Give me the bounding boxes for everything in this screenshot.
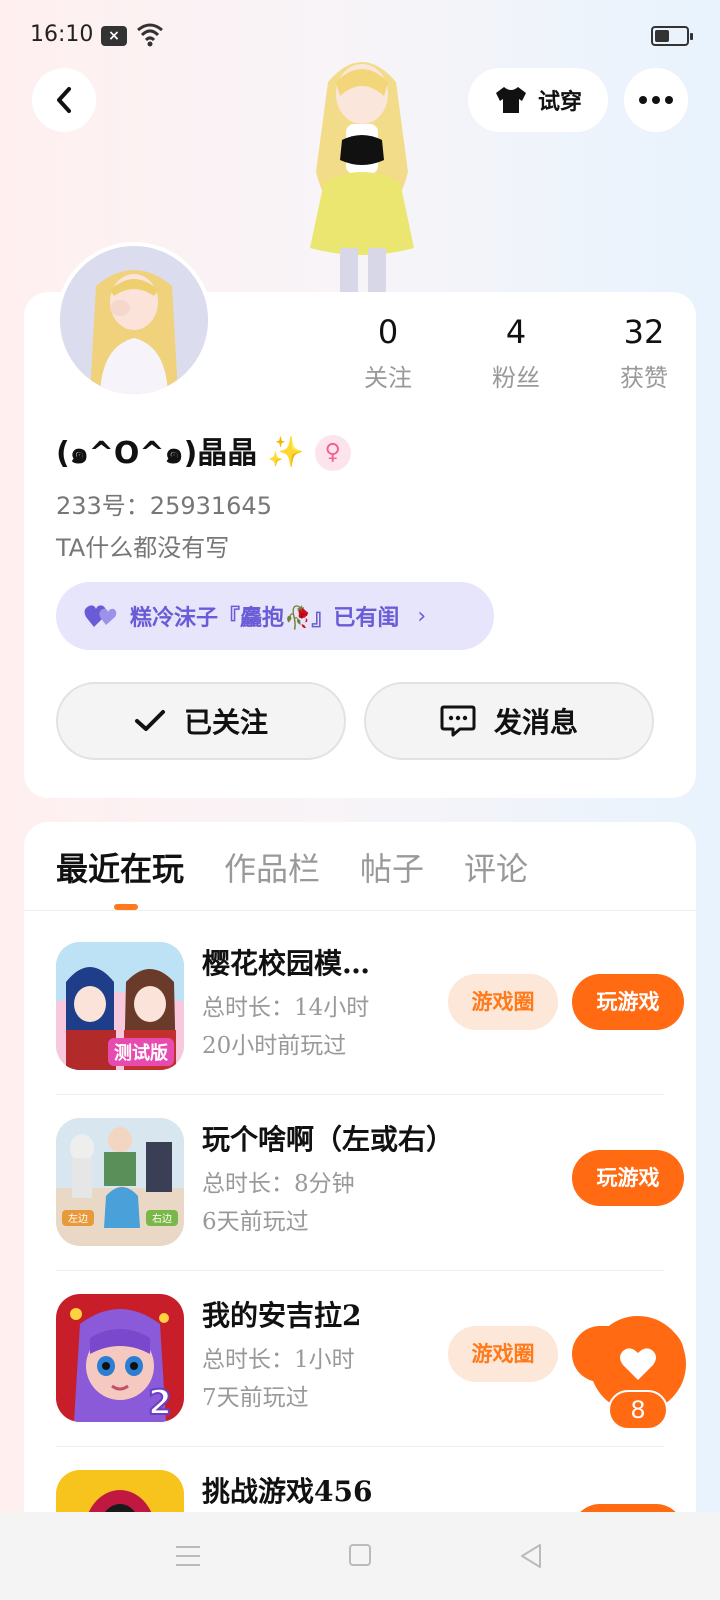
play-game-button[interactable]: 玩游戏: [572, 974, 684, 1030]
heart-icon: [620, 1348, 656, 1380]
tab-recently-played[interactable]: 最近在玩: [56, 844, 184, 890]
cp-banner-text: 糕冷沫子『麤抱🥀』已有闺: [130, 605, 400, 631]
try-on-button[interactable]: 试穿: [468, 68, 608, 132]
status-time: 16:10: [30, 22, 94, 47]
tab-works[interactable]: 作品栏: [224, 844, 320, 890]
followed-label: 已关注: [183, 706, 268, 739]
stat-value: 4: [505, 313, 527, 351]
user-id: 233号：25931645: [56, 492, 272, 520]
more-options-button[interactable]: [624, 68, 688, 132]
chevron-right-icon: ›: [417, 603, 427, 629]
system-nav-bar: [0, 1512, 720, 1600]
try-on-label: 试穿: [537, 90, 582, 115]
stat-label: 粉丝: [492, 364, 540, 392]
stat-label: 获赞: [620, 364, 668, 392]
game-icon-sakura-school: 测试版: [56, 942, 184, 1070]
followed-button[interactable]: 已关注: [56, 682, 346, 760]
game-row[interactable]: 测试版 樱花校园模… 总时长：14小时 20小时前玩过 游戏圈 玩游戏: [56, 942, 684, 1118]
back-triangle-icon[interactable]: [518, 1542, 544, 1570]
female-gender-icon: ♀: [314, 434, 351, 471]
avatar[interactable]: [56, 242, 212, 398]
stat-fans[interactable]: 4 粉丝: [452, 312, 580, 393]
cp-relationship-banner[interactable]: 糕冷沫子『麤抱🥀』已有闺 ›: [56, 582, 494, 650]
game-duration: 总时长：1小时: [202, 1347, 355, 1373]
chat-bubble-icon: [440, 705, 476, 737]
check-icon: [134, 710, 165, 731]
game-icon-badge: 2: [148, 1383, 172, 1422]
back-button[interactable]: [32, 68, 96, 132]
chevron-left-icon: [57, 87, 71, 113]
game-icon-my-angela-2: 2: [56, 1294, 184, 1422]
stat-following[interactable]: 0 关注: [324, 312, 452, 393]
game-last-played: 6天前玩过: [202, 1209, 309, 1235]
menu-icon[interactable]: [176, 1546, 200, 1573]
game-icon-badge: 测试版: [114, 1042, 168, 1064]
more-dot-icon: [665, 96, 673, 104]
icon-left-label: 左边: [68, 1212, 88, 1225]
game-icon-left-or-right: 左边 右边: [56, 1118, 184, 1246]
nickname: (๑^O^๑)晶晶: [56, 436, 258, 471]
tab-comments[interactable]: 评论: [464, 844, 528, 890]
nickname-row: (๑^O^๑)晶晶 ✨ ♀: [56, 428, 351, 477]
profile-tabs: 最近在玩 作品栏 帖子 评论: [56, 844, 528, 890]
game-last-played: 7天前玩过: [202, 1385, 309, 1411]
bio: TA什么都没有写: [56, 534, 230, 562]
like-count: 8: [608, 1390, 668, 1430]
sparkle-icon: ✨: [267, 435, 305, 470]
game-title: 挑战游戏456: [202, 1475, 373, 1508]
game-duration: 总时长：14小时: [202, 995, 370, 1021]
send-message-button[interactable]: 发消息: [364, 682, 654, 760]
game-row[interactable]: 左边 右边 玩个啥啊（左或右） 总时长：8分钟 6天前玩过 玩游戏: [56, 1118, 684, 1294]
list-divider: [56, 1094, 664, 1095]
battery-icon: [651, 26, 693, 46]
game-last-played: 20小时前玩过: [202, 1033, 347, 1059]
stat-value: 32: [623, 313, 665, 351]
content-card: 最近在玩 作品栏 帖子 评论 测试版 樱花校园模… 总时长：14小时 20小时前…: [24, 822, 696, 1522]
list-divider: [56, 1446, 664, 1447]
game-duration: 总时长：8分钟: [202, 1171, 355, 1197]
game-title: 我的安吉拉2: [202, 1299, 362, 1332]
double-heart-icon: [84, 605, 117, 627]
wifi-icon: [137, 23, 163, 47]
home-icon[interactable]: [349, 1544, 371, 1566]
tab-divider: [24, 910, 696, 911]
more-dot-icon: [652, 96, 660, 104]
game-row[interactable]: 2 我的安吉拉2 总时长：1小时 7天前玩过 游戏圈 玩游戏: [56, 1294, 684, 1470]
icon-right-label: 右边: [152, 1212, 172, 1225]
send-message-label: 发消息: [493, 706, 578, 739]
notification-icon: ×: [101, 26, 127, 46]
stat-label: 关注: [364, 364, 412, 392]
profile-stats: 0 关注 4 粉丝 32 获赞: [324, 312, 708, 393]
tshirt-icon: [495, 87, 526, 113]
tab-posts[interactable]: 帖子: [360, 844, 424, 890]
game-title: 樱花校园模…: [202, 947, 371, 980]
game-circle-button[interactable]: 游戏圈: [448, 974, 558, 1030]
stat-likes[interactable]: 32 获赞: [580, 312, 708, 393]
play-game-button[interactable]: 玩游戏: [572, 1150, 684, 1206]
avatar-character-figure: [288, 52, 436, 292]
game-circle-button[interactable]: 游戏圈: [448, 1326, 558, 1382]
game-title: 玩个啥啊（左或右）: [202, 1123, 455, 1156]
list-divider: [56, 1270, 664, 1271]
more-dot-icon: [639, 96, 647, 104]
stat-value: 0: [377, 313, 399, 351]
